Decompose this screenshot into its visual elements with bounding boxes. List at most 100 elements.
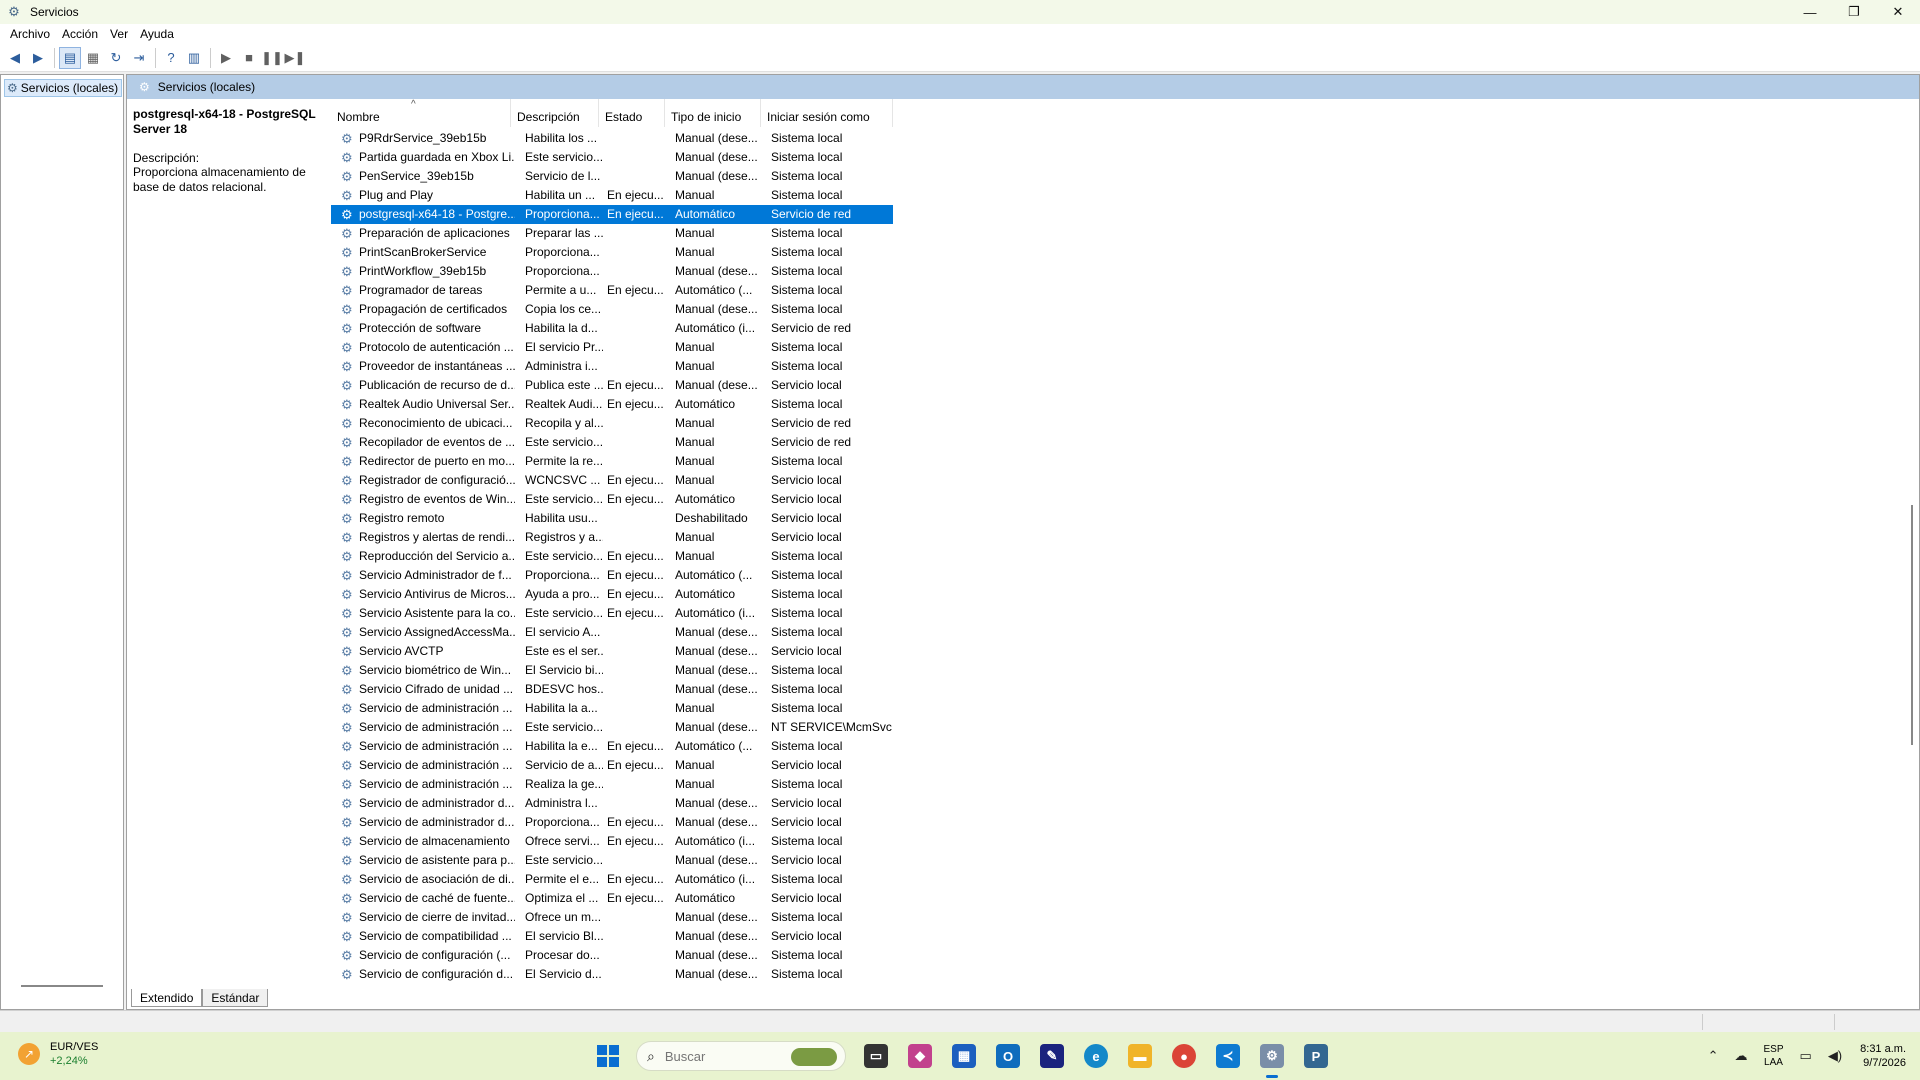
service-row[interactable]: ⚙ Servicio de caché de fuente... Optimiza … (331, 889, 893, 908)
taskbar-app-chrome[interactable]: ● (1166, 1038, 1202, 1074)
menu-archivo[interactable]: Archivo (4, 27, 56, 41)
column-header-description[interactable]: Descripción (511, 99, 599, 127)
service-row[interactable]: ⚙ Propagación de certificados Copia los ce… (331, 300, 893, 319)
service-row[interactable]: ⚙ postgresql-x64-18 - Postgre... Proporcio… (331, 205, 893, 224)
column-header-name[interactable]: ^ Nombre (331, 99, 511, 127)
service-row[interactable]: ⚙ Servicio de administrador d... Proporcio… (331, 813, 893, 832)
service-row[interactable]: ⚙ Reconocimiento de ubicaci... Recopila y … (331, 414, 893, 433)
service-row[interactable]: ⚙ Servicio AssignedAccessMa... El servicio… (331, 623, 893, 642)
taskbar-app-outlook[interactable]: O (990, 1038, 1026, 1074)
widgets-button[interactable]: ↗ EUR/VES +2,24% (18, 1040, 98, 1068)
service-row[interactable]: ⚙ Servicio biométrico de Win... El Servici… (331, 661, 893, 680)
tree-item-services-local[interactable]: ⚙ Servicios (locales) (4, 79, 122, 97)
service-row[interactable]: ⚙ Servicio de configuración (... Procesar … (331, 946, 893, 965)
minimize-button[interactable]: — (1788, 0, 1832, 24)
service-row[interactable]: ⚙ Servicio de administración ... Realiza l… (331, 775, 893, 794)
service-row[interactable]: ⚙ Servicio Cifrado de unidad ... BDESVC ho… (331, 680, 893, 699)
export-list-button[interactable]: ⇥ (128, 47, 150, 69)
taskbar-app-task-view[interactable]: ▭ (858, 1038, 894, 1074)
taskbar-search[interactable]: ⌕ (636, 1041, 846, 1071)
service-startup-type: Manual (675, 188, 715, 202)
service-row[interactable]: ⚙ Servicio Antivirus de Micros... Ayuda a … (331, 585, 893, 604)
help-button[interactable]: ? (160, 47, 182, 69)
service-row[interactable]: ⚙ Servicio Administrador de f... Proporcio… (331, 566, 893, 585)
taskbar-app-services[interactable]: ⚙ (1254, 1038, 1290, 1078)
menu-ver[interactable]: Ver (104, 27, 134, 41)
service-row[interactable]: ⚙ Servicio AVCTP Este es el ser... Manual (… (331, 642, 893, 661)
vertical-scrollbar[interactable] (1911, 505, 1913, 745)
service-row[interactable]: ⚙ Servicio de asistente para p... Este ser… (331, 851, 893, 870)
speaker-icon[interactable]: ◀) (1828, 1048, 1842, 1064)
service-row[interactable]: ⚙ PrintWorkflow_39eb15b Proporciona... Manu… (331, 262, 893, 281)
taskbar-app-store[interactable]: ▦ (946, 1038, 982, 1074)
network-icon[interactable]: ▭ (1800, 1048, 1812, 1064)
service-row[interactable]: ⚙ Registro remoto Habilita usu... Deshabili… (331, 509, 893, 528)
service-row[interactable]: ⚙ Servicio de administración ... Servicio … (331, 756, 893, 775)
service-row[interactable]: ⚙ Registrador de configuració... WCNCSVC .… (331, 471, 893, 490)
restart-service-button[interactable]: ▶❚ (284, 47, 306, 69)
service-description: Optimiza el ... (525, 891, 599, 905)
service-row[interactable]: ⚙ Protección de software Habilita la d... A… (331, 319, 893, 338)
tab-extendido[interactable]: Extendido (131, 989, 203, 1007)
service-row[interactable]: ⚙ Servicio de compatibilidad ... El servic… (331, 927, 893, 946)
service-row[interactable]: ⚙ Servicio de administrador d... Administr… (331, 794, 893, 813)
service-row[interactable]: ⚙ PrintScanBrokerService Proporciona... Man… (331, 243, 893, 262)
service-row[interactable]: ⚙ Recopilador de eventos de ... Este servi… (331, 433, 893, 452)
properties-button[interactable]: ▦ (82, 47, 104, 69)
service-row[interactable]: ⚙ Servicio de almacenamiento Ofrece servi.… (331, 832, 893, 851)
input-language[interactable]: ESP LAA (1764, 1043, 1784, 1069)
taskbar-app-edge[interactable]: e (1078, 1038, 1114, 1074)
service-row[interactable]: ⚙ P9RdrService_39eb15b Habilita los ... Man… (331, 129, 893, 148)
service-row[interactable]: ⚙ Servicio de asociación de di... Permite … (331, 870, 893, 889)
cloud-off-icon[interactable]: ☁ (1735, 1048, 1748, 1064)
forward-button[interactable]: ▶ (27, 47, 49, 69)
service-row[interactable]: ⚙ Registro de eventos de Win... Este servi… (331, 490, 893, 509)
service-row[interactable]: ⚙ Preparación de aplicaciones Preparar las… (331, 224, 893, 243)
service-row[interactable]: ⚙ Servicio Asistente para la co... Este se… (331, 604, 893, 623)
column-header-log-on-as[interactable]: Iniciar sesión como (761, 99, 893, 127)
service-row[interactable]: ⚙ Plug and Play Habilita un ... En ejecu...… (331, 186, 893, 205)
chevron-up-icon[interactable]: ⌃ (1708, 1048, 1719, 1064)
horizontal-scrollbar[interactable] (21, 985, 103, 987)
close-button[interactable]: ✕ (1876, 0, 1920, 24)
service-row[interactable]: ⚙ Programador de tareas Permite a u... En e… (331, 281, 893, 300)
service-row[interactable]: ⚙ Proveedor de instantáneas ... Administra… (331, 357, 893, 376)
tab-estandar[interactable]: Estándar (202, 989, 269, 1007)
back-button[interactable]: ◀ (4, 47, 26, 69)
taskbar-app-file-explorer[interactable]: ▬ (1122, 1038, 1158, 1074)
column-header-state[interactable]: Estado (599, 99, 665, 127)
service-row[interactable]: ⚙ Redirector de puerto en mo... Permite la… (331, 452, 893, 471)
service-row[interactable]: ⚙ Partida guardada en Xbox Li... Este serv… (331, 148, 893, 167)
service-row[interactable]: ⚙ Servicio de administración ... Habilita … (331, 699, 893, 718)
service-row[interactable]: ⚙ Publicación de recurso de d... Publica e… (331, 376, 893, 395)
menu-ayuda[interactable]: Ayuda (134, 27, 180, 41)
clock[interactable]: 8:31 a.m. 9/7/2026 (1860, 1042, 1906, 1070)
start-button[interactable] (590, 1038, 626, 1074)
taskbar-app-m365[interactable]: ◆ (902, 1038, 938, 1074)
refresh-button[interactable]: ↻ (105, 47, 127, 69)
service-row[interactable]: ⚙ Servicio de cierre de invitad... Ofrece … (331, 908, 893, 927)
start-service-button[interactable]: ▶ (215, 47, 237, 69)
service-log-on-as: Sistema local (771, 283, 843, 297)
service-startup-type: Automático (675, 891, 736, 905)
show-action-pane-button[interactable]: ▥ (183, 47, 205, 69)
service-row[interactable]: ⚙ Realtek Audio Universal Ser... Realtek A… (331, 395, 893, 414)
service-row[interactable]: ⚙ Servicio de configuración d... El Servic… (331, 965, 893, 984)
menu-accion[interactable]: Acción (56, 27, 104, 41)
search-input[interactable] (662, 1047, 763, 1065)
maximize-button[interactable]: ❐ (1832, 0, 1876, 24)
taskbar-app-postgresql[interactable]: P (1298, 1038, 1334, 1074)
service-row[interactable]: ⚙ Registros y alertas de rendi... Registro… (331, 528, 893, 547)
show-console-tree-button[interactable]: ▤ (59, 46, 81, 69)
column-header-startup-type[interactable]: Tipo de inicio (665, 99, 761, 127)
service-row[interactable]: ⚙ Servicio de administración ... Habilita … (331, 737, 893, 756)
taskbar-app-pen[interactable]: ✎ (1034, 1038, 1070, 1074)
service-name: Servicio de caché de fuente... (359, 891, 515, 905)
service-row[interactable]: ⚙ Reproducción del Servicio a... Este serv… (331, 547, 893, 566)
stop-service-button[interactable]: ■ (238, 47, 260, 69)
pause-service-button[interactable]: ❚❚ (261, 47, 283, 69)
service-row[interactable]: ⚙ Servicio de administración ... Este serv… (331, 718, 893, 737)
service-row[interactable]: ⚙ Protocolo de autenticación ... El servic… (331, 338, 893, 357)
service-row[interactable]: ⚙ PenService_39eb15b Servicio de l... Manua… (331, 167, 893, 186)
taskbar-app-vscode[interactable]: ≺ (1210, 1038, 1246, 1074)
